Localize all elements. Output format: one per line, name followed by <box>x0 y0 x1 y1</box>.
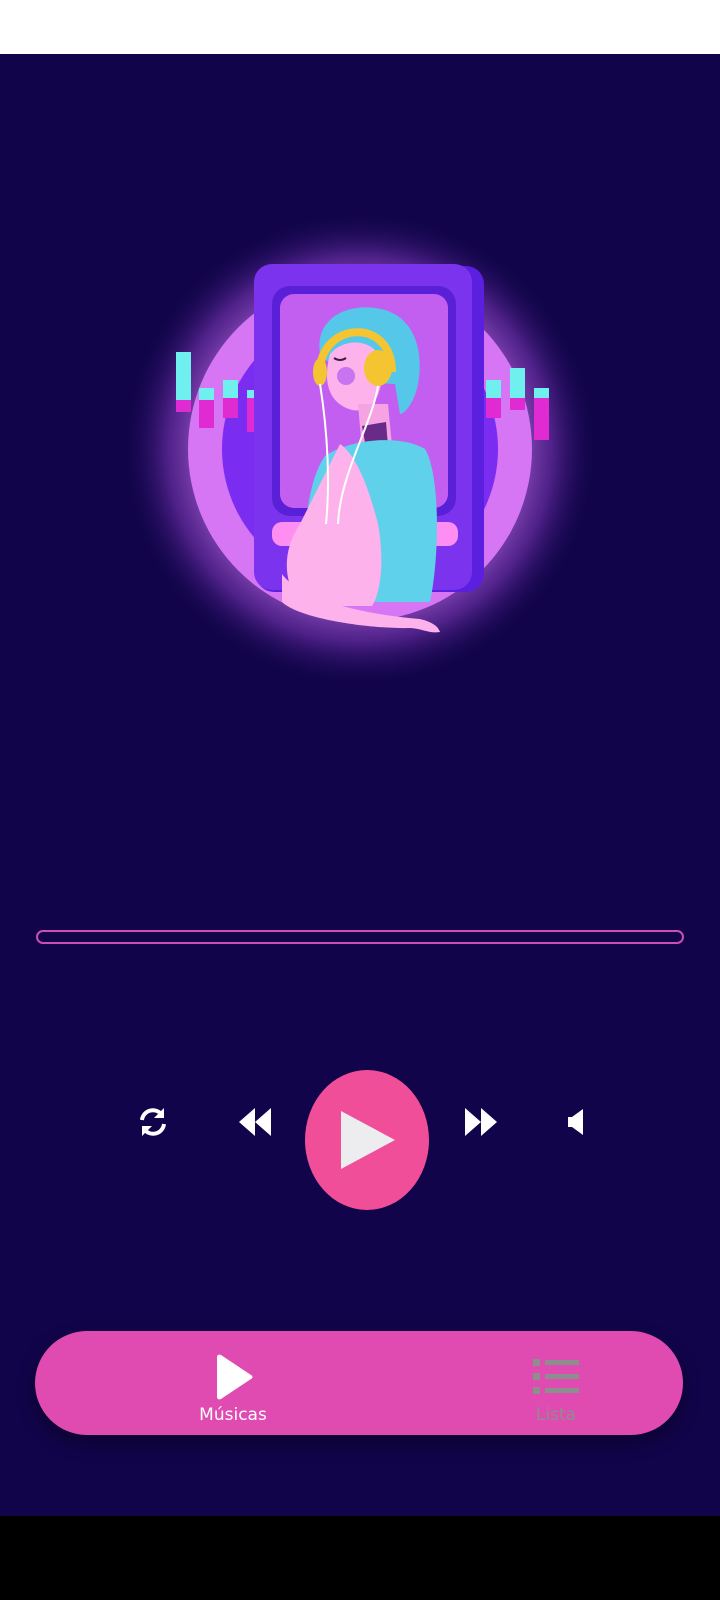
music-player-screen: Músicas Lista <box>0 54 720 1516</box>
play-icon <box>341 1111 395 1169</box>
tab-lista-icon-wrap <box>533 1353 579 1401</box>
play-icon <box>217 1354 253 1400</box>
progress-bar[interactable] <box>36 930 684 944</box>
rewind-icon <box>239 1108 271 1136</box>
tab-lista-label: Lista <box>535 1405 577 1425</box>
previous-button[interactable] <box>230 1097 280 1147</box>
fast-forward-icon <box>465 1108 497 1136</box>
tab-lista[interactable]: Lista <box>456 1331 656 1435</box>
play-button[interactable] <box>305 1070 429 1210</box>
system-navigation-bar <box>0 1516 720 1600</box>
album-artwork <box>0 54 720 774</box>
tab-musicas[interactable]: Músicas <box>133 1331 333 1435</box>
volume-icon <box>568 1109 583 1135</box>
tab-musicas-label: Músicas <box>199 1405 267 1425</box>
list-icon <box>533 1359 579 1394</box>
bottom-tab-bar: Músicas Lista <box>35 1331 683 1435</box>
repeat-icon <box>140 1108 166 1136</box>
status-bar <box>0 0 720 54</box>
repeat-button[interactable] <box>128 1097 178 1147</box>
volume-button[interactable] <box>556 1097 596 1147</box>
tab-musicas-icon-wrap <box>213 1353 253 1401</box>
next-button[interactable] <box>456 1097 506 1147</box>
